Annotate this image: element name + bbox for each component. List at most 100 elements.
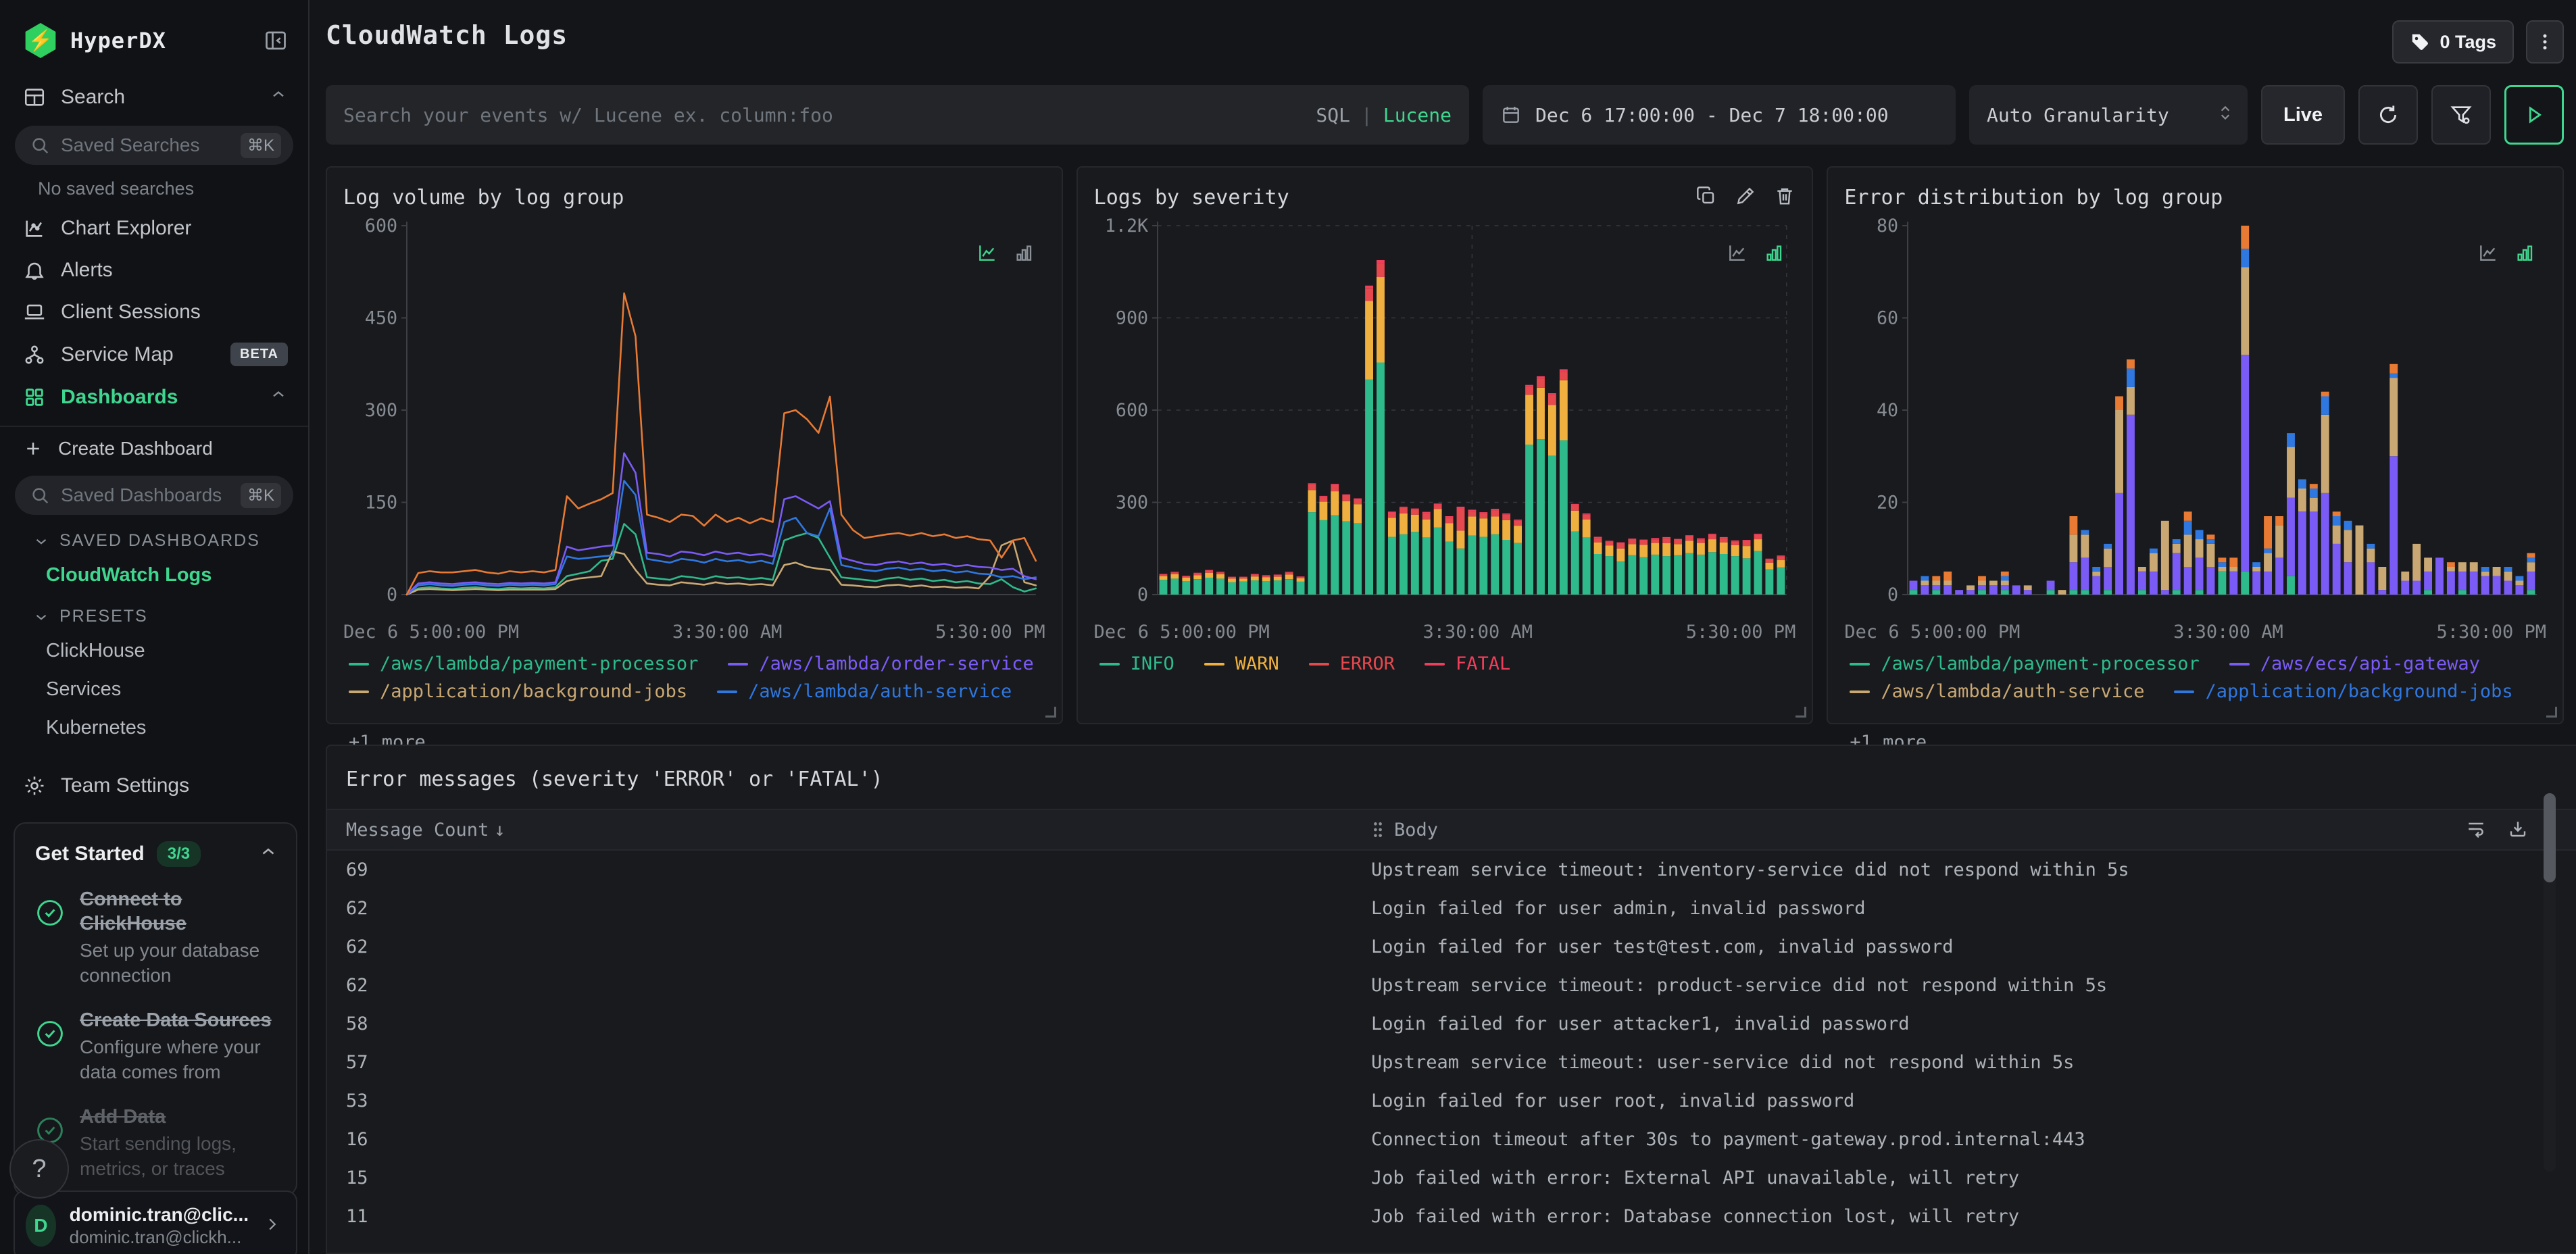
table-row[interactable]: 11 Job failed with error: Database connec… <box>327 1197 2576 1236</box>
chart-view-toggle <box>976 242 1035 266</box>
saved-dashboards-input[interactable]: Saved Dashboards ⌘K <box>15 476 293 515</box>
drag-handle-icon[interactable] <box>1371 821 1385 838</box>
get-started-item[interactable]: Connect to ClickHouse Set up your databa… <box>35 887 278 988</box>
legend-item[interactable]: /application/background-jobs <box>349 681 687 702</box>
help-button[interactable]: ? <box>9 1139 69 1199</box>
stacked-bar-chart[interactable]: 1.2K 900 600 300 0 <box>1094 214 1796 619</box>
legend-item[interactable]: /application/background-jobs <box>2174 681 2513 702</box>
column-header-message-count[interactable]: Message Count ↓ <box>327 820 1371 841</box>
refresh-button[interactable] <box>2358 85 2418 145</box>
mode-lucene[interactable]: Lucene <box>1383 104 1452 126</box>
sidebar-item-search[interactable]: Search <box>0 76 308 119</box>
get-started-item[interactable]: Create Data Sources Configure where your… <box>35 1008 278 1084</box>
section-saved-dashboards[interactable]: SAVED DASHBOARDS <box>0 519 308 556</box>
table-title: Error messages (severity 'ERROR' or 'FAT… <box>346 768 883 791</box>
legend-label: /aws/lambda/auth-service <box>748 681 1012 702</box>
legend-item[interactable]: WARN <box>1204 653 1279 674</box>
x-axis-tick: 5:30:00 PM <box>935 622 1045 643</box>
x-axis-tick: 5:30:00 PM <box>1685 622 1796 643</box>
table-row[interactable]: 58 Login failed for user attacker1, inval… <box>327 1005 2576 1043</box>
stacked-bar-chart[interactable]: 80 60 40 20 0 <box>1844 214 2546 619</box>
sidebar-item-alerts[interactable]: Alerts <box>0 249 308 291</box>
table-row[interactable]: 69 Upstream service timeout: inventory-se… <box>327 851 2576 889</box>
wrap-text-icon[interactable] <box>2465 818 2487 845</box>
table-scrollbar-thumb[interactable] <box>2544 793 2556 882</box>
legend-item[interactable]: INFO <box>1099 653 1174 674</box>
legend-item[interactable]: FATAL <box>1425 653 1510 674</box>
table-row[interactable]: 57 Upstream service timeout: user-service… <box>327 1043 2576 1082</box>
sidebar-collapse-icon[interactable] <box>264 28 288 53</box>
get-started-progress-badge: 3/3 <box>156 841 201 867</box>
svg-text:0: 0 <box>1137 584 1148 605</box>
sidebar-item-clickhouse[interactable]: ClickHouse <box>0 632 308 670</box>
sidebar-item-team-settings[interactable]: Team Settings <box>0 765 308 807</box>
resize-handle[interactable] <box>1045 707 1056 718</box>
table-row[interactable]: 62 Upstream service timeout: product-serv… <box>327 966 2576 1005</box>
run-query-button[interactable] <box>2504 85 2564 145</box>
legend-item[interactable]: /aws/lambda/payment-processor <box>1850 653 2200 674</box>
legend-item[interactable]: /aws/lambda/auth-service <box>717 681 1012 702</box>
legend-item[interactable]: /aws/ecs/api-gateway <box>2229 653 2480 674</box>
bar-view-icon[interactable] <box>2514 242 2535 266</box>
edit-icon[interactable] <box>1735 185 1756 209</box>
line-chart[interactable]: 600 450 300 150 0 <box>343 214 1045 619</box>
sidebar-item-service-map[interactable]: Service Map BETA <box>0 333 308 376</box>
duplicate-icon[interactable] <box>1695 185 1717 209</box>
get-started-item[interactable]: Add Data Start sending logs, metrics, or… <box>35 1105 278 1181</box>
x-axis-tick: 3:30:00 AM <box>672 622 783 643</box>
user-profile-card[interactable]: D dominic.tran@clic... dominic.tran@clic… <box>14 1190 297 1254</box>
line-view-icon[interactable] <box>976 242 998 266</box>
delete-icon[interactable] <box>1774 185 1795 209</box>
controls-bar: Search your events w/ Lucene ex. column:… <box>326 85 2564 145</box>
table-row[interactable]: 53 Login failed for user root, invalid pa… <box>327 1082 2576 1120</box>
sidebar-item-chart-explorer[interactable]: Chart Explorer <box>0 207 308 249</box>
date-range-picker[interactable]: Dec 6 17:00:00 - Dec 7 18:00:00 <box>1483 85 1956 145</box>
kebab-menu-button[interactable] <box>2526 20 2564 64</box>
magnifier-icon <box>32 488 49 504</box>
create-dashboard-button[interactable]: Create Dashboard <box>0 426 308 469</box>
sidebar-item-client-sessions[interactable]: Client Sessions <box>0 291 308 333</box>
table-row[interactable]: 15 Job failed with error: External API un… <box>327 1159 2576 1197</box>
sidebar-item-dashboards[interactable]: Dashboards <box>0 376 308 419</box>
live-button[interactable]: Live <box>2261 85 2345 145</box>
shortcut-badge: ⌘K <box>240 132 281 158</box>
line-view-icon[interactable] <box>1727 242 1748 266</box>
legend-item[interactable]: ERROR <box>1308 653 1395 674</box>
check-circle-icon <box>35 1019 65 1084</box>
chart-title: Log volume by log group <box>343 185 624 209</box>
event-search-input[interactable]: Search your events w/ Lucene ex. column:… <box>326 85 1469 145</box>
sidebar-item-cloudwatch-logs[interactable]: CloudWatch Logs <box>0 556 308 595</box>
chevron-up-icon[interactable] <box>258 842 278 866</box>
chevron-up-icon[interactable] <box>269 385 288 409</box>
resize-handle[interactable] <box>1795 707 1807 718</box>
column-header-body[interactable]: Body <box>1371 820 2576 841</box>
resize-handle[interactable] <box>2546 707 2558 718</box>
legend-item[interactable]: /aws/lambda/auth-service <box>1850 681 2144 702</box>
sidebar-item-services[interactable]: Services <box>0 670 308 709</box>
bell-icon <box>25 262 44 280</box>
table-scrollbar[interactable] <box>2544 793 2556 1172</box>
chevron-up-icon[interactable] <box>269 85 288 109</box>
query-language-toggle[interactable]: SQL | Lucene <box>1316 104 1452 126</box>
bar-view-icon[interactable] <box>1013 242 1035 266</box>
table-row[interactable]: 16 Connection timeout after 30s to paymen… <box>327 1120 2576 1159</box>
refresh-icon <box>2380 105 2397 124</box>
mode-sql[interactable]: SQL <box>1316 104 1350 126</box>
legend-item[interactable]: /aws/lambda/order-service <box>728 653 1034 674</box>
filter-button[interactable] <box>2431 85 2491 145</box>
granularity-select[interactable]: Auto Granularity <box>1969 85 2248 145</box>
line-view-icon[interactable] <box>2477 242 2499 266</box>
table-row[interactable]: 62 Login failed for user admin, invalid p… <box>327 889 2576 928</box>
tags-button[interactable]: 0 Tags <box>2392 20 2514 64</box>
download-icon[interactable] <box>2507 818 2529 845</box>
saved-searches-input[interactable]: Saved Searches ⌘K <box>15 126 293 165</box>
legend-swatch <box>349 662 369 666</box>
sidebar-item-kubernetes[interactable]: Kubernetes <box>0 709 308 747</box>
section-presets[interactable]: PRESETS <box>0 595 308 632</box>
legend-label: WARN <box>1235 653 1279 674</box>
table-row[interactable]: 62 Login failed for user test@test.com, i… <box>327 928 2576 966</box>
message-count-cell: 62 <box>346 898 368 919</box>
legend-item[interactable]: /aws/lambda/payment-processor <box>349 653 698 674</box>
bar-view-icon[interactable] <box>1763 242 1785 266</box>
user-email: dominic.tran@clickh... <box>69 1226 242 1247</box>
